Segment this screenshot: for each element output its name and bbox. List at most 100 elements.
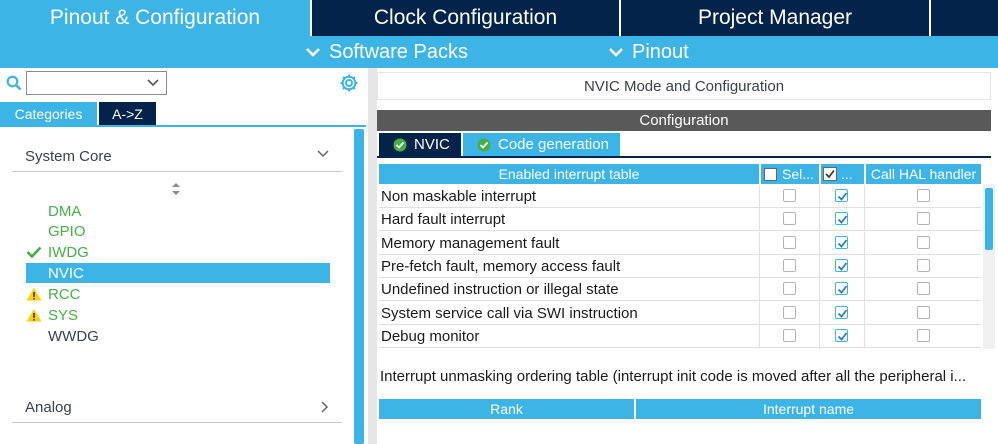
select-checkbox[interactable] — [783, 305, 796, 319]
hal-handler-checkbox[interactable] — [917, 305, 930, 319]
peripheral-wwdg[interactable]: WWDG — [26, 326, 330, 346]
column-header-interrupt-name[interactable]: Interrupt name — [636, 399, 981, 419]
hal-handler-checkbox[interactable] — [917, 258, 930, 272]
hal-handler-checkbox[interactable] — [917, 282, 930, 296]
peripheral-rcc[interactable]: RCC — [26, 284, 330, 304]
enabled-checkbox[interactable] — [835, 189, 848, 202]
column-header-interrupt[interactable]: Enabled interrupt table — [379, 164, 759, 184]
cell-separator — [759, 324, 760, 348]
configuration-header-text: Configuration — [639, 112, 729, 129]
hal-handler-checkbox[interactable] — [917, 235, 930, 249]
peripheral-nvic[interactable]: NVIC — [26, 263, 330, 283]
table-row[interactable]: Non maskable interrupt — [379, 185, 981, 208]
cell-separator — [819, 278, 820, 302]
cell-separator — [864, 324, 865, 348]
enabled-checkbox[interactable] — [835, 328, 848, 342]
enabled-checkbox[interactable] — [835, 212, 848, 226]
table-row[interactable]: Undefined instruction or illegal state — [379, 278, 981, 302]
check-circle-icon — [477, 138, 491, 151]
interrupt-name: Non maskable interrupt — [381, 188, 537, 205]
sort-icon[interactable] — [171, 182, 181, 196]
cell-separator — [819, 254, 820, 278]
table-row[interactable]: Hard fault interrupt — [379, 208, 981, 232]
tab-label: Categories — [14, 105, 83, 122]
select-checkbox[interactable] — [783, 189, 796, 202]
group-label: System Core — [25, 147, 112, 165]
enabled-checkbox[interactable] — [835, 258, 848, 272]
mode-title: NVIC Mode and Configuration — [377, 72, 991, 100]
table-scrollbar[interactable] — [983, 184, 995, 349]
group-system-core[interactable]: System Core — [12, 141, 342, 171]
top-tab-bar: Pinout & Configuration Clock Configurati… — [0, 0, 998, 36]
peripheral-gpio[interactable]: GPIO — [26, 221, 330, 241]
tab-a-to-z[interactable]: A->Z — [99, 102, 156, 125]
select-all-checkbox[interactable] — [764, 167, 777, 181]
check-icon — [26, 246, 42, 259]
left-scrollbar[interactable] — [354, 129, 364, 444]
table-row[interactable]: Pre-fetch fault, memory access fault — [379, 254, 981, 278]
table-row[interactable]: Debug monitor — [379, 324, 981, 348]
tab-pinout-configuration[interactable]: Pinout & Configuration — [0, 0, 310, 36]
enabled-checkbox[interactable] — [835, 282, 848, 296]
search-combobox[interactable] — [26, 71, 167, 95]
interrupt-name: System service call via SWI instruction — [381, 304, 638, 322]
peripheral-dma[interactable]: DMA — [26, 201, 330, 221]
tab-code-generation[interactable]: Code generation — [463, 133, 620, 156]
select-checkbox[interactable] — [783, 235, 796, 249]
cell-separator — [864, 278, 865, 302]
group-divider — [12, 422, 342, 423]
tab-separator — [929, 0, 931, 36]
check-icon — [837, 285, 848, 295]
software-packs-menu[interactable]: Software Packs — [305, 36, 468, 68]
tab-clock-configuration[interactable]: Clock Configuration — [312, 0, 619, 36]
enable-all-checkbox[interactable] — [823, 167, 837, 181]
cell-separator — [864, 231, 865, 255]
unmask-description: Interrupt unmasking ordering table (inte… — [380, 368, 967, 385]
enabled-checkbox[interactable] — [835, 305, 848, 319]
hal-handler-checkbox[interactable] — [917, 212, 930, 226]
peripheral-label: WWDG — [48, 327, 99, 345]
cell-separator — [759, 301, 760, 325]
panel-splitter[interactable] — [368, 68, 377, 444]
select-checkbox[interactable] — [783, 212, 796, 226]
cell-separator — [819, 185, 820, 208]
hal-handler-checkbox[interactable] — [917, 189, 930, 202]
pinout-menu[interactable]: Pinout — [608, 36, 689, 68]
select-checkbox[interactable] — [783, 282, 796, 296]
check-icon — [837, 262, 848, 271]
menu-label: Software Packs — [329, 40, 468, 63]
chevron-down-icon — [147, 79, 159, 87]
column-header-rank[interactable]: Rank — [379, 399, 634, 419]
column-header-text: Enabled interrupt table — [498, 166, 640, 182]
hal-handler-checkbox[interactable] — [917, 328, 930, 342]
peripheral-label: RCC — [48, 285, 81, 303]
peripheral-iwdg[interactable]: IWDG — [26, 242, 330, 262]
tab-nvic[interactable]: NVIC — [379, 133, 461, 156]
scrollbar-thumb[interactable] — [985, 188, 993, 250]
search-icon[interactable] — [6, 75, 22, 91]
tab-underline — [377, 156, 991, 158]
table-row[interactable]: System service call via SWI instruction — [379, 301, 981, 325]
tab-project-manager[interactable]: Project Manager — [621, 0, 929, 36]
cell-separator — [864, 208, 865, 232]
column-header-hal[interactable]: Call HAL handler — [866, 164, 981, 184]
select-checkbox[interactable] — [783, 328, 796, 342]
group-analog[interactable]: Analog — [12, 392, 342, 422]
cell-separator — [759, 208, 760, 232]
gear-icon[interactable] — [339, 73, 359, 93]
chevron-down-icon — [306, 48, 320, 57]
check-icon — [837, 239, 848, 248]
interrupt-name: Hard fault interrupt — [381, 211, 506, 229]
tab-categories[interactable]: Categories — [0, 102, 97, 125]
peripheral-sys[interactable]: SYS — [26, 305, 330, 325]
table-row[interactable]: Memory management fault — [379, 231, 981, 255]
select-checkbox[interactable] — [783, 258, 796, 272]
column-header-select[interactable]: Sel... — [761, 164, 819, 184]
enabled-checkbox[interactable] — [835, 235, 848, 249]
interrupt-name: Pre-fetch fault, memory access fault — [381, 257, 621, 275]
configuration-header: Configuration — [377, 110, 991, 131]
cell-separator — [759, 185, 760, 208]
group-divider — [12, 171, 342, 172]
column-header-enabled[interactable]: ... — [821, 164, 864, 184]
tab-label: Pinout & Configuration — [49, 6, 261, 29]
